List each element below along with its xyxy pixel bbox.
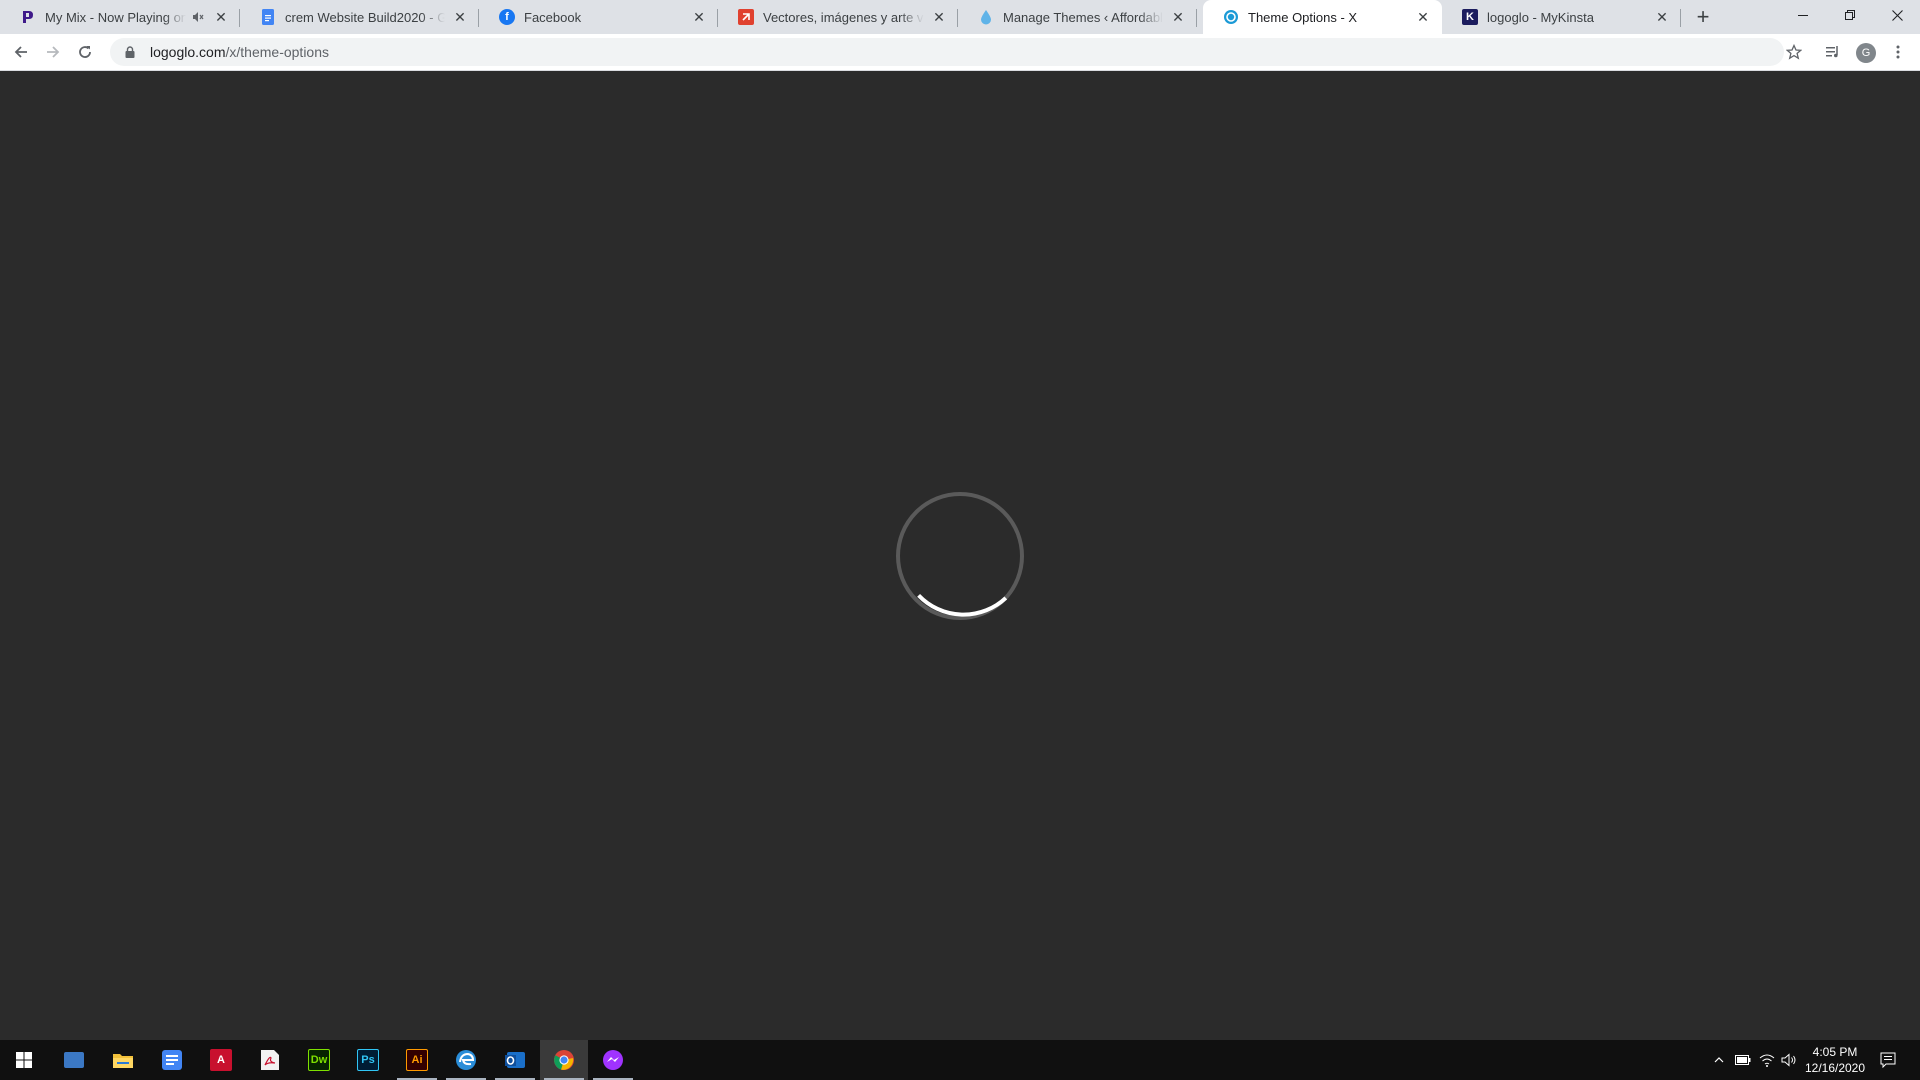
- tab-title: crem Website Build2020 - Google Docs: [285, 9, 445, 25]
- tab-facebook[interactable]: f Facebook ✕: [479, 0, 718, 34]
- dreamweaver-icon: Dw: [308, 1049, 330, 1071]
- file-explorer-button[interactable]: [99, 1040, 147, 1080]
- volume-tray-button[interactable]: [1778, 1040, 1800, 1080]
- google-docs-app-button[interactable]: [148, 1040, 196, 1080]
- lock-icon[interactable]: [122, 44, 138, 60]
- arrow-left-icon: [14, 46, 27, 58]
- acrobat-reader-button[interactable]: [246, 1040, 294, 1080]
- task-view-button[interactable]: [50, 1040, 98, 1080]
- action-center-button[interactable]: [1874, 1040, 1902, 1080]
- chrome-button[interactable]: [540, 1040, 588, 1080]
- close-tab-icon[interactable]: ✕: [690, 8, 708, 26]
- network-tray-button[interactable]: [1756, 1040, 1778, 1080]
- close-tab-icon[interactable]: ✕: [930, 8, 948, 26]
- tab-title: Theme Options - X: [1248, 9, 1358, 25]
- url-path: /x/theme-options: [225, 44, 330, 60]
- address-bar[interactable]: logoglo.com/x/theme-options: [110, 38, 1784, 66]
- tab-title: Manage Themes ‹ Affordable Logo: [1003, 9, 1163, 25]
- tab-strip: My Mix - Now Playing on Pandora ✕ crem W…: [0, 0, 1920, 34]
- close-tab-icon[interactable]: ✕: [451, 8, 469, 26]
- clock-time: 4:05 PM: [1812, 1045, 1858, 1059]
- speaker-muted-icon[interactable]: [190, 9, 206, 25]
- vector-site-icon: [738, 9, 754, 25]
- star-icon: [1786, 44, 1802, 60]
- kebab-menu-icon: [1896, 45, 1900, 59]
- close-window-button[interactable]: [1874, 0, 1920, 30]
- wordpress-drop-icon: [978, 9, 994, 25]
- tab-pandora[interactable]: My Mix - Now Playing on Pandora ✕: [0, 0, 240, 34]
- new-tab-button[interactable]: +: [1690, 4, 1716, 30]
- outlook-button[interactable]: [491, 1040, 539, 1080]
- loading-spinner-icon: [896, 492, 1024, 620]
- google-docs-icon: [260, 9, 276, 25]
- photoshop-button[interactable]: Ps: [344, 1040, 392, 1080]
- acrobat-reader-icon: [261, 1050, 279, 1070]
- dreamweaver-button[interactable]: Dw: [295, 1040, 343, 1080]
- show-hidden-icons-button[interactable]: [1708, 1040, 1730, 1080]
- url-text: logoglo.com/x/theme-options: [150, 44, 329, 60]
- notification-icon: [1880, 1052, 1896, 1068]
- profile-avatar[interactable]: G: [1856, 43, 1876, 63]
- windows-logo-icon: [16, 1052, 32, 1068]
- tab-theme-options[interactable]: Theme Options - X ✕: [1203, 0, 1442, 34]
- battery-icon: [1735, 1055, 1751, 1065]
- start-button[interactable]: [0, 1040, 48, 1080]
- url-domain: logoglo.com: [150, 44, 226, 60]
- photoshop-icon: Ps: [357, 1049, 379, 1071]
- restore-button[interactable]: [1827, 0, 1873, 30]
- tab-vectores[interactable]: Vectores, imágenes y arte vectorial ✕: [718, 0, 958, 34]
- illustrator-button[interactable]: Ai: [393, 1040, 441, 1080]
- speaker-icon: [1781, 1053, 1796, 1067]
- messenger-icon: [603, 1050, 623, 1070]
- illustrator-icon: Ai: [406, 1049, 428, 1071]
- x-theme-icon: [1223, 9, 1239, 25]
- close-tab-icon[interactable]: ✕: [1414, 8, 1432, 26]
- forward-button[interactable]: [38, 37, 68, 67]
- close-tab-icon[interactable]: ✕: [212, 8, 230, 26]
- chevron-up-icon: [1714, 1057, 1724, 1063]
- tab-separator: [1680, 9, 1681, 27]
- close-tab-icon[interactable]: ✕: [1169, 8, 1187, 26]
- tab-title: Facebook: [524, 9, 582, 25]
- edge-button[interactable]: [442, 1040, 490, 1080]
- close-tab-icon[interactable]: ✕: [1653, 8, 1671, 26]
- acrobat-icon: A: [210, 1049, 232, 1071]
- bookmark-star-button[interactable]: [1779, 37, 1809, 67]
- page-content-loading: [0, 71, 1920, 1040]
- facebook-icon: f: [499, 9, 515, 25]
- playlist-music-icon: [1826, 46, 1838, 58]
- tab-manage-themes[interactable]: Manage Themes ‹ Affordable Logo ✕: [958, 0, 1197, 34]
- file-explorer-icon: [113, 1054, 133, 1068]
- messenger-button[interactable]: [589, 1040, 637, 1080]
- windows-taskbar: A Dw Ps Ai 4:05 PM 12/16/2020: [0, 1040, 1920, 1080]
- tab-title: My Mix - Now Playing on Pandora: [45, 9, 186, 25]
- kinsta-icon: K: [1462, 9, 1478, 25]
- tab-separator: [1196, 9, 1197, 27]
- acrobat-button[interactable]: A: [197, 1040, 245, 1080]
- reload-button[interactable]: [70, 37, 100, 67]
- reload-icon: [79, 46, 91, 58]
- tab-mykinsta[interactable]: K logoglo - MyKinsta ✕: [1442, 0, 1681, 34]
- edge-icon: [456, 1050, 476, 1070]
- back-button[interactable]: [6, 37, 36, 67]
- tab-title: logoglo - MyKinsta: [1487, 9, 1594, 25]
- google-docs-app-icon: [162, 1050, 182, 1070]
- arrow-right-icon: [47, 46, 60, 58]
- minimize-button[interactable]: [1780, 0, 1826, 30]
- tab-title: Vectores, imágenes y arte vectorial: [763, 9, 924, 25]
- chrome-icon: [554, 1050, 574, 1070]
- battery-tray-button[interactable]: [1732, 1040, 1754, 1080]
- chrome-menu-button[interactable]: [1883, 37, 1913, 67]
- outlook-icon: [505, 1052, 525, 1068]
- pandora-icon: [20, 9, 36, 25]
- media-control-button[interactable]: [1818, 37, 1848, 67]
- taskbar-clock[interactable]: 4:05 PM 12/16/2020: [1800, 1044, 1870, 1076]
- clock-date: 12/16/2020: [1804, 1061, 1866, 1075]
- browser-toolbar: logoglo.com/x/theme-options G: [0, 34, 1920, 71]
- tab-google-docs[interactable]: crem Website Build2020 - Google Docs ✕: [240, 0, 479, 34]
- wifi-icon: [1759, 1054, 1775, 1067]
- task-view-icon: [64, 1052, 84, 1068]
